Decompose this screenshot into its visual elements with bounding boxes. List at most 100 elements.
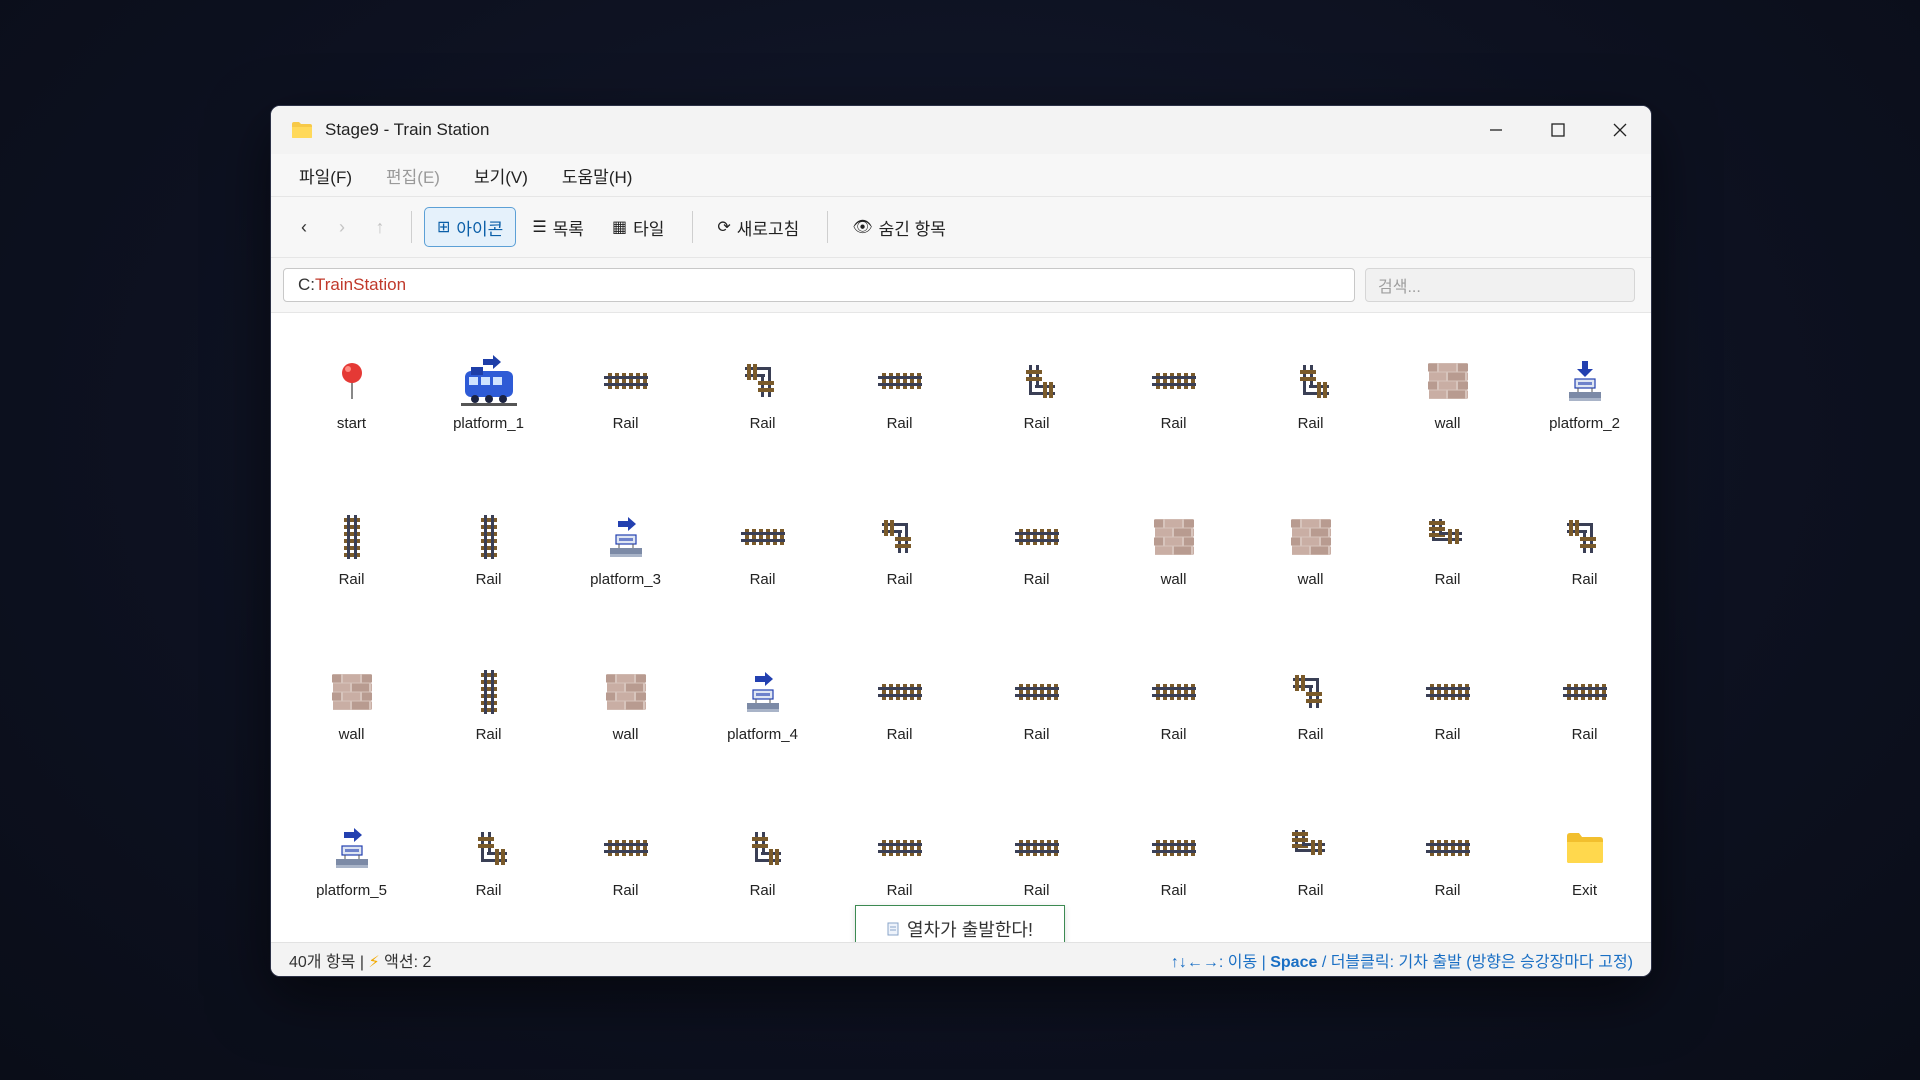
back-button[interactable]: ‹ xyxy=(285,207,323,247)
grid-item-label: wall xyxy=(1434,415,1461,432)
grid-item[interactable]: Rail xyxy=(1105,343,1242,499)
rail-horizontal-icon xyxy=(870,662,930,722)
close-button[interactable] xyxy=(1589,106,1651,154)
menu-file[interactable]: 파일(F) xyxy=(299,163,352,188)
grid-item[interactable]: Rail xyxy=(1379,499,1516,655)
platform-right-icon xyxy=(322,818,382,878)
grid-item[interactable]: wall xyxy=(1242,499,1379,655)
hidden-items-label: 숨긴 항목 xyxy=(878,219,946,239)
rail-horizontal-icon xyxy=(733,507,793,567)
refresh-button[interactable]: ⟳ 새로고침 xyxy=(705,207,811,247)
search-input[interactable]: 검색... xyxy=(1365,268,1635,302)
rail-horizontal-icon xyxy=(1555,662,1615,722)
grid-item[interactable]: Rail xyxy=(283,499,420,655)
view-list-button[interactable]: ☰ 목록 xyxy=(520,207,596,247)
hidden-items-button[interactable]: 👁 숨긴 항목 xyxy=(840,207,958,247)
rail-horizontal-icon xyxy=(1144,662,1204,722)
forward-button[interactable]: › xyxy=(323,207,361,247)
grid-item[interactable]: Rail xyxy=(420,499,557,655)
grid-item[interactable]: Rail xyxy=(968,343,1105,499)
grid-item[interactable]: Rail xyxy=(968,499,1105,655)
grid-item[interactable]: platform_4 xyxy=(694,654,831,810)
rail-horizontal-icon xyxy=(1144,351,1204,411)
grid-item-label: Rail xyxy=(886,881,913,899)
grid-item[interactable]: wall xyxy=(1379,343,1516,499)
grid-item[interactable]: Rail xyxy=(1379,654,1516,810)
explorer-window: Stage9 - Train Station 파일(F) 편집(E) 보기(V)… xyxy=(270,105,1652,977)
rail-horizontal-icon xyxy=(1418,818,1478,878)
rail-horizontal-icon xyxy=(1007,662,1067,722)
grid-item-label: platform_4 xyxy=(727,726,798,743)
rail-vertical-icon xyxy=(459,662,519,722)
grid-item[interactable]: Rail xyxy=(968,654,1105,810)
grid-item[interactable]: Rail xyxy=(1242,654,1379,810)
address-bar[interactable]: C: TrainStation xyxy=(283,268,1355,302)
maximize-button[interactable] xyxy=(1527,106,1589,154)
grid-item-label: Rail xyxy=(1434,726,1461,743)
grid-item[interactable]: Rail xyxy=(694,499,831,655)
grid-item-label: Rail xyxy=(1434,570,1461,588)
rail-horizontal-icon xyxy=(1144,818,1204,878)
view-list-label: 목록 xyxy=(552,219,584,239)
grid-item[interactable]: Rail xyxy=(1242,343,1379,499)
view-tile-label: 타일 xyxy=(633,219,665,239)
grid-item-label: Rail xyxy=(1023,415,1050,432)
grid-item[interactable]: Rail xyxy=(557,343,694,499)
note-icon xyxy=(887,922,899,936)
menu-help[interactable]: 도움말(H) xyxy=(562,163,633,188)
grid-item[interactable]: wall xyxy=(1105,499,1242,655)
eye-icon: 👁 xyxy=(852,219,873,236)
grid-item-label: wall xyxy=(1160,570,1187,588)
rail-corner-up-icon xyxy=(1281,351,1341,411)
grid-item-label: wall xyxy=(612,726,639,743)
brick-wall-icon xyxy=(1281,507,1341,567)
folder-icon xyxy=(292,122,312,138)
grid-item-label: platform_1 xyxy=(453,415,524,432)
lightning-icon: ⚡ xyxy=(368,953,380,971)
view-icon-button[interactable]: ⊞ 아이콘 xyxy=(424,207,517,247)
toast-text: 열차가 출발한다! xyxy=(907,920,1033,940)
folder-icon xyxy=(1555,818,1615,878)
toolbar-separator xyxy=(827,211,829,243)
close-icon xyxy=(1613,123,1627,137)
grid-item[interactable]: wall xyxy=(283,654,420,810)
grid-item-label: Rail xyxy=(475,881,502,899)
menu-bar: 파일(F) 편집(E) 보기(V) 도움말(H) xyxy=(271,154,1651,197)
grid-item[interactable]: platform_1 xyxy=(420,343,557,499)
grid-item[interactable]: Rail xyxy=(1105,654,1242,810)
platform-right-icon xyxy=(733,662,793,722)
grid-item-label: Rail xyxy=(1297,726,1324,743)
item-count: 40개 항목 | xyxy=(289,953,365,971)
grid-item-label: Rail xyxy=(1434,881,1461,899)
grid-item[interactable]: Rail xyxy=(420,654,557,810)
rail-horizontal-icon xyxy=(870,351,930,411)
minimize-button[interactable] xyxy=(1465,106,1527,154)
grid-item[interactable]: start xyxy=(283,343,420,499)
maximize-icon xyxy=(1551,123,1565,137)
rail-corner-down-icon xyxy=(1555,507,1615,567)
rail-corner-down-icon xyxy=(1281,662,1341,722)
menu-view[interactable]: 보기(V) xyxy=(474,163,528,188)
rail-vertical-icon xyxy=(322,507,382,567)
minimize-icon xyxy=(1490,129,1502,131)
rail-corner-down-icon xyxy=(733,351,793,411)
grid-item[interactable]: platform_3 xyxy=(557,499,694,655)
rail-horizontal-icon xyxy=(596,351,656,411)
grid-item-label: Rail xyxy=(1023,881,1050,899)
grid-item[interactable]: platform_2 xyxy=(1516,343,1651,499)
up-button[interactable]: ↑ xyxy=(361,207,399,247)
rail-horizontal-icon xyxy=(1007,818,1067,878)
refresh-icon: ⟳ xyxy=(717,219,731,236)
grid-item[interactable]: Rail xyxy=(831,499,968,655)
grid-item[interactable]: Rail xyxy=(1516,654,1651,810)
toolbar-separator xyxy=(411,211,412,243)
grid-item[interactable]: Rail xyxy=(1516,499,1651,655)
grid-item[interactable]: Rail xyxy=(831,654,968,810)
view-icon-label: 아이콘 xyxy=(456,219,504,239)
rail-horizontal-icon xyxy=(596,818,656,878)
view-tile-button[interactable]: ▦ 타일 xyxy=(600,207,676,247)
rail-vertical-icon xyxy=(459,507,519,567)
grid-item[interactable]: Rail xyxy=(694,343,831,499)
grid-item[interactable]: wall xyxy=(557,654,694,810)
grid-item[interactable]: Rail xyxy=(831,343,968,499)
